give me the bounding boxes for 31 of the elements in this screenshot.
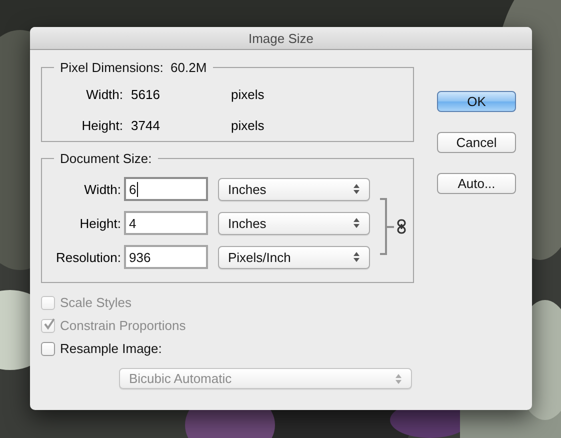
stepper-arrows-icon xyxy=(353,251,360,263)
stepper-arrows-icon xyxy=(395,372,402,384)
unit-dropdown[interactable]: Pixels/Inch xyxy=(218,246,370,268)
default-button[interactable]: OK xyxy=(437,91,516,112)
checkbox-label: Scale Styles xyxy=(60,295,132,310)
field-label: Width: xyxy=(85,87,123,102)
field-label: Width: xyxy=(83,182,122,196)
bracket-line xyxy=(380,198,394,255)
value-text: 3744 xyxy=(131,118,161,133)
group-label: Document Size: xyxy=(59,151,153,166)
unit-dropdown[interactable]: Inches xyxy=(218,178,370,200)
checkbox[interactable] xyxy=(41,342,55,356)
stepper-arrows-icon xyxy=(353,183,360,195)
field-label: Height: xyxy=(80,118,123,133)
checkbox-label: Resample Image: xyxy=(60,341,162,356)
checkbox-label: Constrain Proportions xyxy=(60,318,186,333)
dialog-button[interactable]: Cancel xyxy=(437,132,516,153)
input-field[interactable]: 4 xyxy=(124,211,208,235)
field-label: Resolution: xyxy=(54,250,122,264)
window-title: Image Size xyxy=(248,30,314,46)
dialog-button[interactable]: Auto... xyxy=(437,173,516,194)
input-field[interactable]: 6 xyxy=(124,177,208,201)
group-label: Pixel Dimensions: 60.2M xyxy=(59,60,208,75)
unit-text: pixels xyxy=(231,87,266,102)
field-label: Height: xyxy=(78,216,122,230)
input-field[interactable]: 936 xyxy=(124,245,208,269)
stepper-arrows-icon xyxy=(353,217,360,229)
chain-link-icon xyxy=(397,219,406,234)
unit-text: pixels xyxy=(231,118,266,133)
unit-dropdown[interactable]: Inches xyxy=(218,212,370,234)
value-text: 5616 xyxy=(131,87,161,102)
